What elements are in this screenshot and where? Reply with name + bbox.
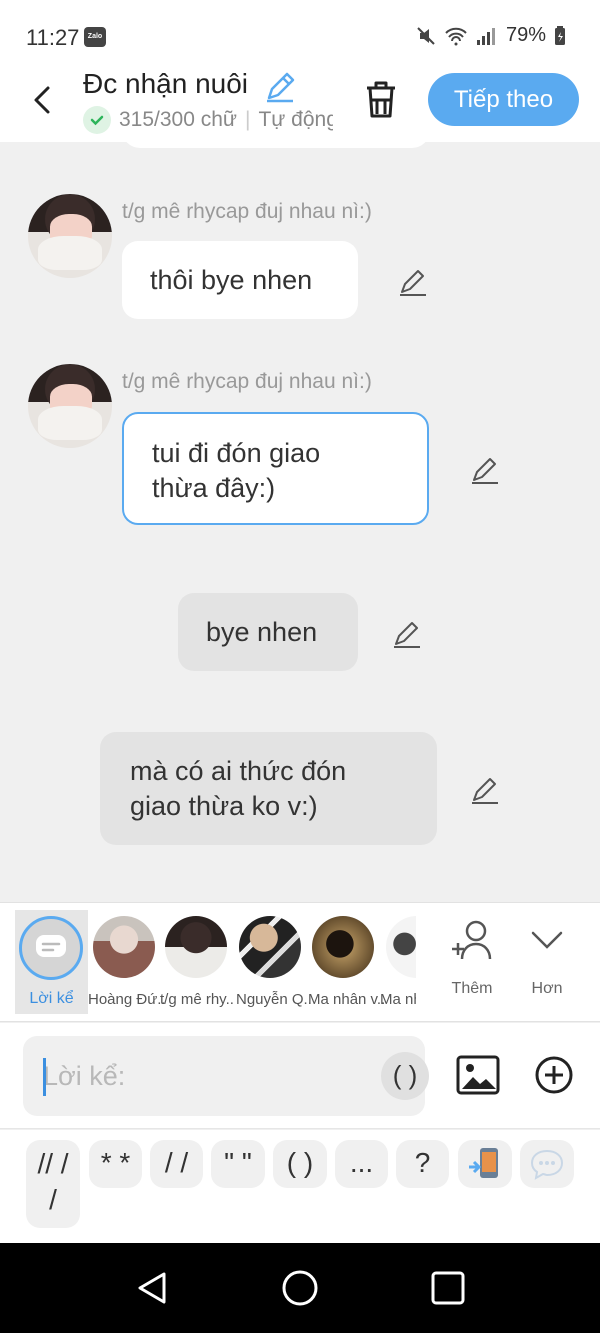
pencil-icon[interactable] (470, 455, 500, 485)
nav-recents-icon[interactable] (430, 1270, 466, 1306)
char-count: 315/300 chữ (119, 108, 237, 131)
shortcut-key[interactable]: ? (396, 1140, 449, 1188)
story-status: 315/300 chữ | Tự động (83, 106, 333, 134)
check-icon (83, 106, 111, 134)
battery-percent: 79% (505, 24, 546, 46)
pencil-icon[interactable] (470, 775, 500, 805)
chat-area[interactable]: t/g mê rhycap đuj nhau nì:) thôi bye nhe… (0, 142, 600, 902)
status-icons: 79% (416, 24, 566, 47)
avatar[interactable] (28, 364, 112, 448)
phone-icon (469, 1148, 498, 1178)
character-list: Hoàng Đứ.. t/g mê rhy.. Nguyễn Q.. Ma nh… (88, 903, 416, 1023)
narrator-icon (19, 916, 83, 980)
message-bubble[interactable]: mà có ai thức đón giao thừa ko v:) (100, 732, 437, 845)
character-name: Ma nhân v.. (308, 991, 386, 1008)
shortcut-key[interactable]: * * (89, 1140, 142, 1188)
character-name: Hoàng Đứ.. (88, 991, 166, 1008)
character-name: t/g mê rhy.. (160, 991, 234, 1008)
avatar[interactable] (28, 194, 112, 278)
text-caret (43, 1058, 46, 1096)
narrator-label: Lời kể (29, 990, 74, 1007)
add-label: Thêm (451, 980, 493, 997)
zalo-notification-icon: Zalo (84, 27, 106, 47)
sender-name: t/g mê rhycap đuj nhau nì:) (122, 200, 372, 223)
character-avatar[interactable] (165, 916, 227, 978)
shortcut-keys: // / / * * / / " " ( ) ... ? (0, 1130, 600, 1243)
shortcut-key[interactable]: ( ) (273, 1140, 327, 1188)
battery-icon (555, 25, 565, 45)
system-navbar (0, 1243, 600, 1333)
narration-input-box[interactable]: ( ) (23, 1036, 429, 1116)
chat-bubble-icon (530, 1149, 564, 1180)
wifi-icon (445, 27, 467, 45)
add-character-button[interactable]: Thêm (446, 919, 498, 998)
plus-circle-icon[interactable] (534, 1055, 574, 1095)
pencil-icon[interactable] (392, 619, 422, 649)
pencil-icon[interactable] (263, 70, 297, 104)
message-line: thừa đây:) (152, 473, 276, 503)
status-time: 11:27 (26, 25, 80, 50)
next-button[interactable]: Tiếp theo (428, 73, 579, 126)
more-button[interactable]: Hơn (524, 919, 570, 998)
nav-back-icon[interactable] (134, 1270, 170, 1306)
chat-key[interactable] (520, 1140, 574, 1188)
message-line: giao thừa ko v:) (130, 791, 318, 821)
message-bubble[interactable] (122, 142, 430, 148)
mode-label[interactable]: Tự động (258, 108, 333, 132)
back-arrow-icon[interactable] (28, 80, 58, 120)
message-bubble[interactable]: thôi bye nhen (122, 241, 358, 319)
composer: ( ) (0, 1023, 600, 1129)
character-avatar[interactable] (386, 916, 416, 978)
character-avatar[interactable] (239, 916, 301, 978)
trash-icon[interactable] (361, 78, 401, 120)
story-title[interactable]: Đc nhận nuôi (83, 68, 248, 100)
add-person-icon (452, 920, 492, 960)
shortcut-key[interactable]: // / / (26, 1140, 80, 1228)
phone-key[interactable] (458, 1140, 512, 1188)
shortcut-key[interactable]: ... (335, 1140, 388, 1188)
paren-button[interactable]: ( ) (381, 1052, 429, 1100)
shortcut-key[interactable]: " " (211, 1140, 265, 1188)
mute-icon (417, 26, 435, 45)
character-avatar[interactable] (93, 916, 155, 978)
pencil-icon[interactable] (398, 267, 428, 297)
more-label: Hơn (531, 980, 563, 997)
message-line: tui đi đón giao (152, 438, 321, 468)
image-icon[interactable] (456, 1055, 500, 1095)
character-name: Nguyễn Q.. (236, 991, 312, 1008)
narrator-selector[interactable]: Lời kể (15, 910, 88, 1014)
message-line: mà có ai thức đón (130, 756, 347, 786)
character-name: Ma nh (380, 991, 416, 1008)
narration-input[interactable] (43, 1056, 343, 1096)
chevron-down-icon (531, 931, 563, 949)
sender-name: t/g mê rhycap đuj nhau nì:) (122, 370, 372, 393)
shortcut-key[interactable]: / / (150, 1140, 203, 1188)
message-bubble-selected[interactable]: tui đi đón giao thừa đây:) (122, 412, 429, 525)
signal-icon (476, 27, 495, 45)
story-header: Đc nhận nuôi 315/300 chữ | Tự động Tiếp … (0, 60, 600, 142)
separator: | (244, 108, 251, 131)
message-bubble[interactable]: bye nhen (178, 593, 358, 671)
character-strip: Lời kể Hoàng Đứ.. t/g mê rhy.. Nguyễn Q.… (0, 902, 600, 1022)
character-avatar[interactable] (312, 916, 374, 978)
nav-home-icon[interactable] (281, 1269, 319, 1307)
